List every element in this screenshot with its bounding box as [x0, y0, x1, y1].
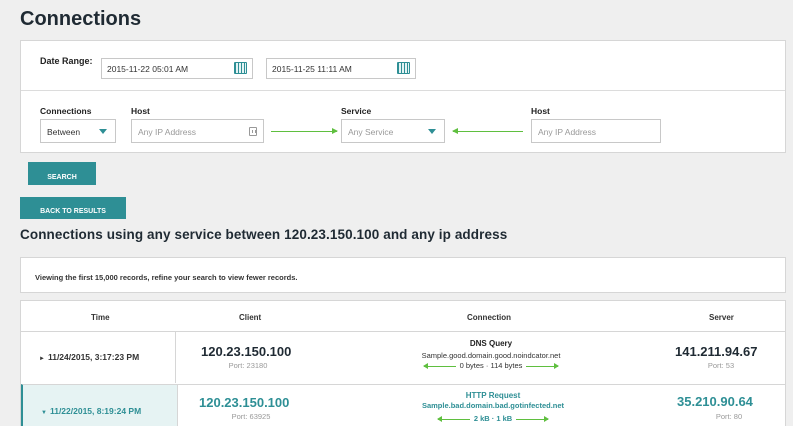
server-port: Port: 53: [707, 361, 735, 370]
date-range-label: Date Range:: [40, 56, 93, 66]
table-row[interactable]: ► 11/24/2015, 3:17:23 PM 120.23.150.100 P…: [21, 331, 785, 383]
filter-row: Connections Between Host Any IP Address …: [21, 92, 785, 154]
server-ip: 35.210.90.64: [677, 394, 753, 409]
host-label-2: Host: [531, 106, 550, 116]
time-value: 11/22/2015, 8:19:24 PM: [49, 406, 142, 416]
calendar-icon[interactable]: [397, 62, 410, 74]
time-cell[interactable]: ► 11/24/2015, 3:17:23 PM: [21, 332, 176, 383]
arrow-left-icon: [422, 363, 456, 370]
connections-label: Connections: [40, 106, 92, 116]
arrow-left-icon: [436, 416, 470, 423]
collapse-icon[interactable]: ▼: [41, 410, 47, 416]
connection-domain: Sample.good.domain.good.noindcator.net: [421, 351, 561, 360]
bytes-separator: ·: [491, 414, 495, 423]
results-table: Time Client Connection Server ► 11/24/201…: [20, 300, 786, 426]
connection-bytes: 2 kB · 1 kB: [363, 414, 623, 423]
host-placeholder: Any IP Address: [138, 127, 196, 137]
column-header-connection: Connection: [467, 313, 511, 322]
bytes-separator: ·: [485, 361, 489, 370]
host-input-2[interactable]: Any IP Address: [531, 119, 661, 143]
bytes-out: 2 kB: [473, 414, 490, 423]
client-port: Port: 63925: [231, 412, 271, 421]
date-start-value: 2015-11-22 05:01 AM: [107, 64, 189, 74]
column-header-client: Client: [239, 313, 262, 322]
clear-icon[interactable]: [249, 127, 257, 136]
page-title: Connections: [20, 8, 142, 30]
date-end-field[interactable]: 2015-11-25 11:11 AM: [266, 58, 416, 79]
date-range-row: Date Range: 2015-11-22 05:01 AM 2015-11-…: [21, 41, 785, 91]
client-ip: 120.23.150.100: [199, 395, 290, 410]
search-panel: Date Range: 2015-11-22 05:01 AM 2015-11-…: [20, 40, 786, 153]
client-port: Port: 23180: [228, 361, 268, 370]
service-label: Service: [341, 106, 372, 116]
host-placeholder-2: Any IP Address: [538, 127, 596, 137]
client-ip: 120.23.150.100: [201, 344, 292, 359]
results-title: Connections using any service between 12…: [20, 227, 508, 242]
calendar-icon[interactable]: [234, 62, 247, 74]
connections-select[interactable]: Between: [40, 119, 116, 143]
search-button[interactable]: SEARCH: [28, 162, 96, 185]
table-row[interactable]: ▼ 11/22/2015, 8:19:24 PM 120.23.150.100 P…: [21, 384, 785, 426]
connection-type: HTTP Request: [465, 391, 521, 400]
chevron-down-icon: [428, 129, 436, 134]
server-ip: 141.211.94.67: [675, 344, 758, 359]
connection-domain: Sample.bad.domain.bad.gotinfected.net: [421, 401, 565, 410]
time-value: 11/24/2015, 3:17:23 PM: [47, 352, 140, 362]
service-select[interactable]: Any Service: [341, 119, 445, 143]
arrow-left-icon: [452, 128, 523, 134]
connection-bytes: 0 bytes · 114 bytes: [361, 361, 621, 370]
column-header-time: Time: [91, 313, 110, 322]
bytes-in: 114 bytes: [490, 361, 523, 370]
expand-icon[interactable]: ►: [39, 356, 45, 362]
host-input[interactable]: Any IP Address: [131, 119, 264, 143]
host-label: Host: [131, 106, 150, 116]
service-value: Any Service: [348, 127, 394, 137]
time-cell[interactable]: ▼ 11/22/2015, 8:19:24 PM: [23, 385, 178, 426]
arrow-right-icon: [516, 416, 550, 423]
chevron-down-icon: [99, 129, 107, 134]
server-port: Port: 80: [715, 412, 743, 421]
arrow-right-icon: [526, 363, 560, 370]
arrow-right-icon: [271, 128, 338, 134]
connections-value: Between: [47, 127, 81, 137]
bytes-in: 1 kB: [496, 414, 513, 423]
back-to-results-button[interactable]: BACK TO RESULTS: [20, 197, 126, 219]
date-end-value: 2015-11-25 11:11 AM: [272, 64, 352, 74]
bytes-out: 0 bytes: [459, 361, 484, 370]
date-start-field[interactable]: 2015-11-22 05:01 AM: [101, 58, 253, 79]
column-header-server: Server: [709, 313, 734, 322]
connection-type: DNS Query: [469, 339, 513, 348]
records-notice: Viewing the first 15,000 records, refine…: [20, 257, 786, 293]
